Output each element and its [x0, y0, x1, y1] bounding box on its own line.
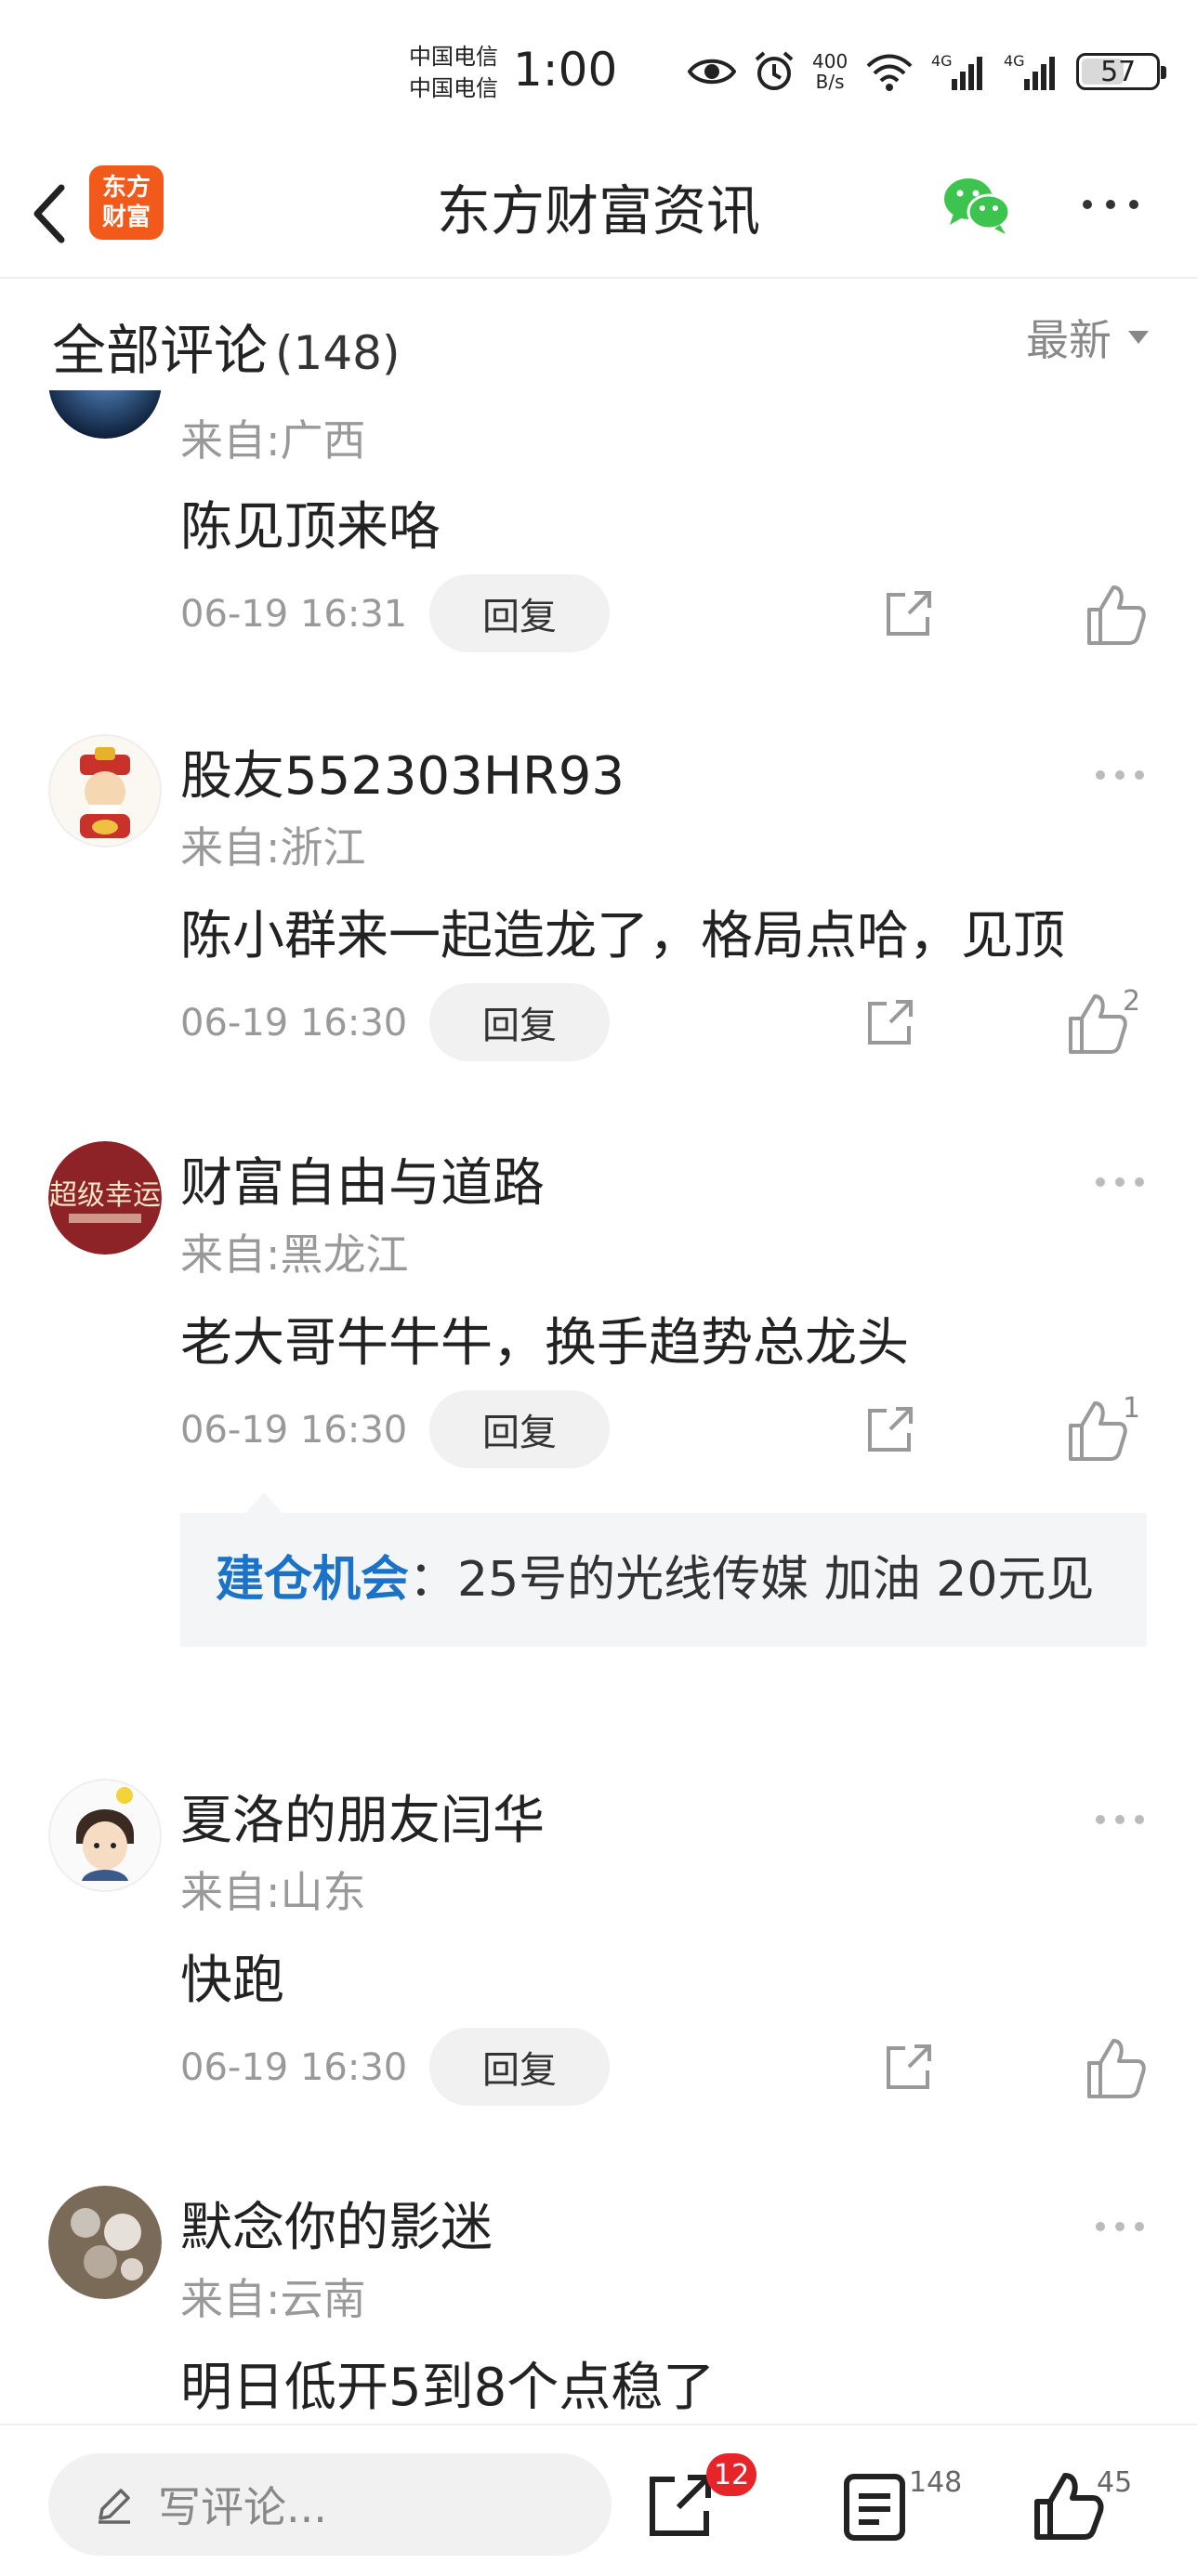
comment-location: 来自:广西	[180, 415, 366, 466]
comment-time: 06-19 16:31	[180, 593, 408, 636]
reply-button[interactable]: 回复	[429, 1390, 610, 1468]
pencil-icon	[99, 2489, 130, 2524]
comment-content[interactable]: 陈小群来一起造龙了，格局点哈，见顶	[180, 894, 1065, 969]
bottom-action-bar: 写评论... 12 148 45	[0, 2424, 1197, 2576]
status-time: 1:00	[513, 43, 618, 97]
net-speed-value: 400	[812, 50, 848, 72]
more-options-icon[interactable]	[1093, 2217, 1147, 2236]
like-icon[interactable]	[1084, 582, 1167, 647]
net-speed: 400 B/s	[812, 51, 848, 92]
svg-text:4G: 4G	[1004, 52, 1025, 70]
comments-title: 全部评论 (148)	[52, 307, 400, 385]
sort-label: 最新	[1026, 315, 1112, 365]
comment-location: 来自:云南	[180, 2274, 366, 2324]
share-count-badge: 12	[706, 2453, 757, 2496]
share-icon[interactable]	[862, 994, 918, 1050]
comment-time: 06-19 16:30	[180, 1409, 408, 1452]
like-icon[interactable]	[1032, 2468, 1106, 2543]
comment-content[interactable]: 陈见顶来咯	[180, 485, 441, 560]
comment-item: 超级幸运 财富自由与道路 来自:黑龙江 老大哥牛牛牛，换手趋势总龙头 06-19…	[0, 1132, 1197, 1727]
page-title: 东方财富资讯	[436, 179, 760, 243]
comment-item: 来自:广西 陈见顶来咯 06-19 16:31 回复	[0, 325, 1197, 697]
sort-dropdown[interactable]: 最新	[1026, 307, 1149, 368]
comment-time: 06-19 16:30	[180, 2046, 408, 2089]
comment-time: 06-19 16:30	[180, 1002, 408, 1045]
status-icons: 400 B/s 4G 4G 57	[688, 48, 1167, 95]
like-icon[interactable]	[1084, 2035, 1167, 2100]
share-icon[interactable]	[881, 2039, 937, 2095]
net-speed-unit: B/s	[815, 71, 845, 93]
comment-location: 来自:黑龙江	[180, 1229, 409, 1280]
comments-count-label: 148	[909, 2466, 963, 2499]
more-options-icon[interactable]	[1078, 186, 1143, 223]
like-count: 45	[1097, 2466, 1133, 2499]
status-bar: 中国电信 中国电信 1:00 400 B/s 4G 4G 57	[0, 0, 1197, 149]
quoted-reply-author[interactable]: 建仓机会	[216, 1552, 409, 1608]
wechat-share-icon[interactable]	[940, 173, 1015, 238]
comment-item: 默念你的影迷 来自:云南 明日低开5到8个点稳了	[0, 2176, 1197, 2424]
quoted-reply-text: ：25号的光线传媒 加油 20元见	[409, 1552, 1095, 1608]
comment-username[interactable]: 默念你的影迷	[180, 2186, 493, 2261]
comment-username[interactable]: 股友552303HR93	[180, 734, 625, 809]
carrier-labels: 中国电信 中国电信	[409, 41, 498, 104]
comments-list-icon[interactable]	[842, 2472, 907, 2543]
more-options-icon[interactable]	[1093, 766, 1147, 784]
quoted-reply[interactable]: 建仓机会：25号的光线传媒 加油 20元见	[180, 1492, 1147, 1647]
like-count: 1	[1123, 1392, 1141, 1425]
comment-input-placeholder: 写评论...	[158, 2482, 327, 2532]
comment-content[interactable]: 老大哥牛牛牛，换手趋势总龙头	[180, 1301, 909, 1376]
comment-location: 来自:山东	[180, 1867, 366, 1917]
wifi-icon	[866, 54, 913, 91]
battery-icon: 57	[1076, 53, 1167, 90]
alarm-icon	[755, 51, 794, 90]
comment-item: 夏洛的朋友闫华 来自:山东 快跑 06-19 16:30 回复	[0, 1769, 1197, 2141]
eye-icon	[688, 59, 736, 85]
comment-location: 来自:浙江	[180, 822, 366, 873]
comment-username[interactable]: 夏洛的朋友闫华	[180, 1779, 545, 1854]
share-icon[interactable]	[881, 585, 937, 641]
comment-content[interactable]: 快跑	[180, 1939, 284, 2014]
reply-button[interactable]: 回复	[429, 983, 610, 1061]
comments-header: 全部评论 (148) 最新	[0, 279, 1197, 390]
signal-4g-icon: 4G	[931, 52, 983, 90]
nav-bar: 东方 财富 东方财富资讯	[0, 149, 1197, 279]
carrier-2: 中国电信	[409, 75, 498, 101]
avatar[interactable]	[48, 734, 162, 848]
comment-input[interactable]: 写评论...	[48, 2453, 612, 2556]
comment-content[interactable]: 明日低开5到8个点稳了	[180, 2346, 715, 2421]
carrier-1: 中国电信	[409, 44, 498, 70]
avatar[interactable]	[48, 2186, 162, 2299]
avatar[interactable]: 超级幸运	[48, 1141, 162, 1255]
comment-item: 股友552303HR93 来自:浙江 陈小群来一起造龙了，格局点哈，见顶 06-…	[0, 725, 1197, 1097]
like-count: 2	[1123, 985, 1141, 1018]
more-options-icon[interactable]	[1093, 1173, 1147, 1191]
svg-text:4G: 4G	[931, 52, 953, 70]
avatar-text: 超级幸运	[49, 1179, 161, 1212]
comment-username[interactable]: 财富自由与道路	[180, 1141, 545, 1216]
reply-button[interactable]: 回复	[429, 2028, 610, 2106]
chevron-down-icon	[1128, 331, 1149, 344]
share-icon[interactable]	[862, 1401, 918, 1457]
battery-level: 57	[1100, 55, 1137, 88]
signal-4g-icon-2: 4G	[1004, 52, 1056, 90]
comments-title-text: 全部评论	[52, 319, 269, 382]
reply-button[interactable]: 回复	[429, 574, 610, 652]
more-options-icon[interactable]	[1093, 1810, 1147, 1829]
comments-count: (148)	[275, 326, 401, 380]
avatar[interactable]	[48, 1779, 162, 1892]
